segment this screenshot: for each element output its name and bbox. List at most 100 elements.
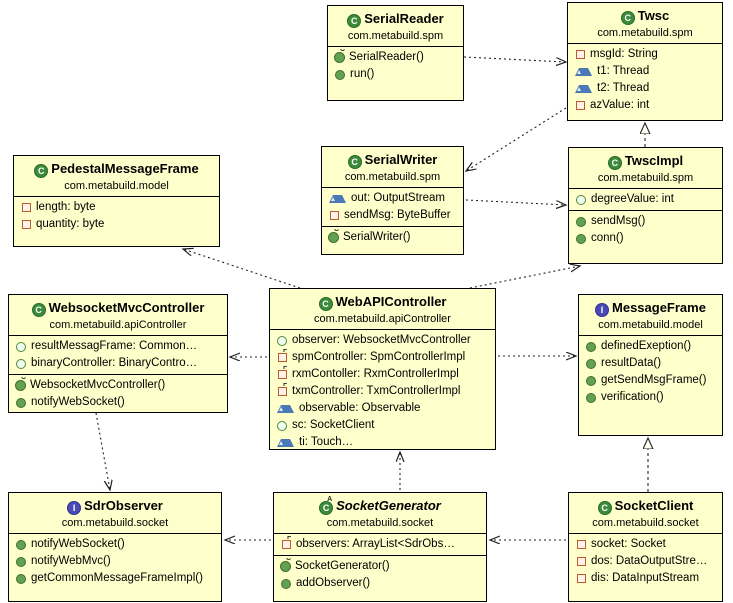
public-field-icon (16, 358, 26, 369)
class-member-row[interactable]: observers: ArrayList<SdrObs… (274, 536, 486, 553)
class-header: CSocketGenerator com.metabuild.socket (274, 493, 486, 534)
package-field-icon (277, 438, 294, 447)
class-member-section: sendMsg() conn() (569, 211, 722, 249)
class-member-row[interactable]: conn() (569, 230, 722, 247)
private-field-icon (576, 101, 585, 110)
class-member-label: observers: ArrayList<SdrObs… (296, 538, 455, 550)
class-member-row[interactable]: observer: WebsocketMvcController (270, 332, 495, 349)
class-member-row[interactable]: getCommonMessageFrameImpl() (9, 570, 221, 587)
class-member-label: dos: DataOutputStre… (591, 555, 708, 567)
class-member-section: out: OutputStream sendMsg: ByteBuffer (322, 188, 463, 227)
class-member-row[interactable]: resultMessagFrame: Common… (9, 338, 227, 355)
private-field-icon (577, 540, 586, 549)
class-box-websocketmvccontroller[interactable]: C WebsocketMvcController com.metabuild.api… (8, 294, 228, 413)
public-method-icon (16, 539, 26, 550)
class-box-pedestalmessageframe[interactable]: C PedestalMessageFrame com.metabuild.model… (13, 155, 220, 247)
class-member-section: msgId: String t1: Thread t2: Thread azValue… (568, 44, 722, 116)
class-member-row[interactable]: rxmContoller: RxmControllerImpl (270, 366, 495, 383)
class-title: C SerialWriter (324, 151, 461, 169)
class-package-label: com.metabuild.model (598, 319, 703, 331)
class-member-row[interactable]: run() (328, 66, 463, 83)
class-member-row[interactable]: addObserver() (274, 575, 486, 592)
class-member-row[interactable]: ti: Touch… (270, 434, 495, 449)
class-member-row[interactable]: length: byte (14, 199, 219, 216)
class-name-label: SocketClient (614, 498, 694, 514)
class-member-label: out: OutputStream (351, 192, 445, 204)
class-box-twsc[interactable]: C Twsc com.metabuild.spm msgId: String t1: T… (567, 2, 723, 121)
class-member-label: length: byte (36, 201, 96, 213)
public-method-icon (576, 216, 586, 227)
class-member-label: binaryController: BinaryContro… (31, 357, 198, 369)
class-name-label: SerialReader (364, 11, 444, 27)
class-member-row[interactable]: t1: Thread (568, 63, 722, 80)
class-member-section: observers: ArrayList<SdrObs… (274, 534, 486, 556)
class-member-row[interactable]: t2: Thread (568, 80, 722, 97)
private-field-icon (576, 50, 585, 59)
class-box-serialreader[interactable]: CSerialReader com.metabuild.spm SerialRead… (327, 5, 464, 101)
class-member-label: dis: DataInputStream (591, 572, 700, 584)
class-member-row[interactable]: SerialWriter() (322, 229, 463, 246)
class-member-row[interactable]: degreeValue: int (569, 191, 722, 208)
class-member-row[interactable]: SocketGenerator() (274, 558, 486, 575)
class-member-row[interactable]: definedExeption() (579, 338, 722, 355)
class-box-socketgenerator[interactable]: CSocketGenerator com.metabuild.socket obse… (273, 492, 487, 602)
class-member-row[interactable]: resultData() (579, 355, 722, 372)
class-member-row[interactable]: observable: Observable (270, 400, 495, 417)
class-member-label: run() (350, 68, 375, 80)
class-member-row[interactable]: getSendMsgFrame() (579, 372, 722, 389)
class-member-row[interactable]: dos: DataOutputStre… (569, 553, 722, 570)
private-field-icon (22, 220, 31, 229)
class-name-label: Twsc (637, 8, 670, 24)
class-member-row[interactable]: socket: Socket (569, 536, 722, 553)
class-kind-icon: C (318, 297, 333, 311)
class-header: C SerialReader com.metabuild.spm (328, 6, 463, 47)
class-box-messageframe[interactable]: I MessageFrame com.metabuild.model definedE… (578, 294, 723, 436)
class-header: C WebsocketMvcController com.metabuild.api… (9, 295, 227, 336)
class-header: C TwscImpl com.metabuild.spm (569, 148, 722, 189)
public-field-icon (277, 420, 287, 431)
class-member-row[interactable]: out: OutputStream (322, 190, 463, 207)
class-member-row[interactable]: notifyWebSocket() (9, 394, 227, 411)
constructor-icon (328, 229, 339, 243)
class-kind-icon: C (34, 164, 49, 178)
class-package-label: com.metabuild.model (64, 180, 169, 192)
class-member-row[interactable]: dis: DataInputStream (569, 570, 722, 587)
class-member-row[interactable]: notifyWebMvc() (9, 553, 221, 570)
class-box-serialwriter[interactable]: C SerialWriter com.metabuild.spm out: Outpu… (321, 146, 464, 255)
class-member-label: observable: Observable (299, 402, 421, 414)
class-member-row[interactable]: binaryController: BinaryContro… (9, 355, 227, 372)
class-member-section: WebsocketMvcController() notifyWebSocket(… (9, 375, 227, 412)
class-member-label: sendMsg: ByteBuffer (344, 209, 451, 221)
class-header: C PedestalMessageFrame com.metabuild.model (14, 156, 219, 197)
class-member-row[interactable]: notifyWebSocket() (9, 536, 221, 553)
public-method-icon (16, 397, 26, 408)
class-member-row[interactable]: quantity: byte (14, 216, 219, 233)
class-member-row[interactable]: txmController: TxmControllerImpl (270, 383, 495, 400)
class-header: I MessageFrame com.metabuild.model (579, 295, 722, 336)
class-member-label: quantity: byte (36, 218, 105, 230)
class-member-row[interactable]: WebsocketMvcController() (9, 377, 227, 394)
class-title: C SerialReader (330, 10, 461, 28)
class-member-row[interactable]: msgId: String (568, 46, 722, 63)
class-member-row[interactable]: verification() (579, 389, 722, 406)
class-box-socketclient[interactable]: C SocketClient com.metabuild.socket socket:… (568, 492, 723, 602)
class-box-webapicontroller[interactable]: C WebAPIController com.metabuild.apiContro… (269, 288, 496, 450)
class-member-label: conn() (591, 232, 624, 244)
class-member-row[interactable]: sendMsg: ByteBuffer (322, 207, 463, 224)
class-member-label: sendMsg() (591, 215, 646, 227)
class-member-row[interactable]: sc: SocketClient (270, 417, 495, 434)
class-member-row[interactable]: sendMsg() (569, 213, 722, 230)
class-member-row[interactable]: SerialReader() (328, 49, 463, 66)
public-method-icon (281, 578, 291, 589)
class-member-row[interactable]: azValue: int (568, 97, 722, 114)
class-kind-icon: C (347, 14, 362, 28)
class-member-label: txmController: TxmControllerImpl (292, 385, 461, 397)
class-member-section: socket: Socket dos: DataOutputStre… dis: D… (569, 534, 722, 589)
public-method-icon (586, 392, 596, 403)
class-box-twscimpl[interactable]: C TwscImpl com.metabuild.spm degreeValue: i… (568, 147, 723, 264)
class-header: C SocketClient com.metabuild.socket (569, 493, 722, 534)
private-field-icon (577, 574, 586, 583)
class-box-sdrobserver[interactable]: I SdrObserver com.metabuild.socket notifyWe… (8, 492, 222, 602)
class-member-row[interactable]: spmController: SpmControllerImpl (270, 349, 495, 366)
class-member-label: definedExeption() (601, 340, 692, 352)
